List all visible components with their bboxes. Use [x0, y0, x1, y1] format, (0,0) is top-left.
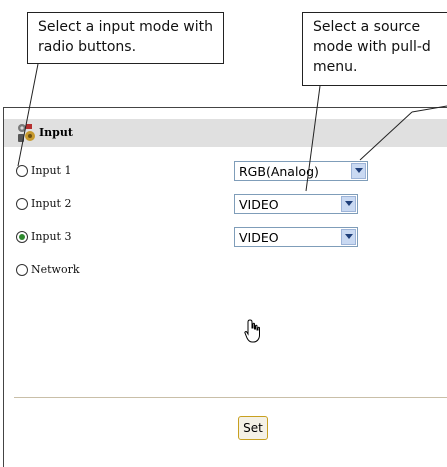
select-callout-pointer-3 [359, 111, 413, 161]
select-callout-pointer-1 [305, 85, 321, 192]
mouse-cursor-icon [244, 319, 260, 343]
radio-callout-pointer [17, 63, 39, 167]
select-callout-pointer-2 [411, 105, 447, 113]
callout-pointers [17, 63, 447, 192]
